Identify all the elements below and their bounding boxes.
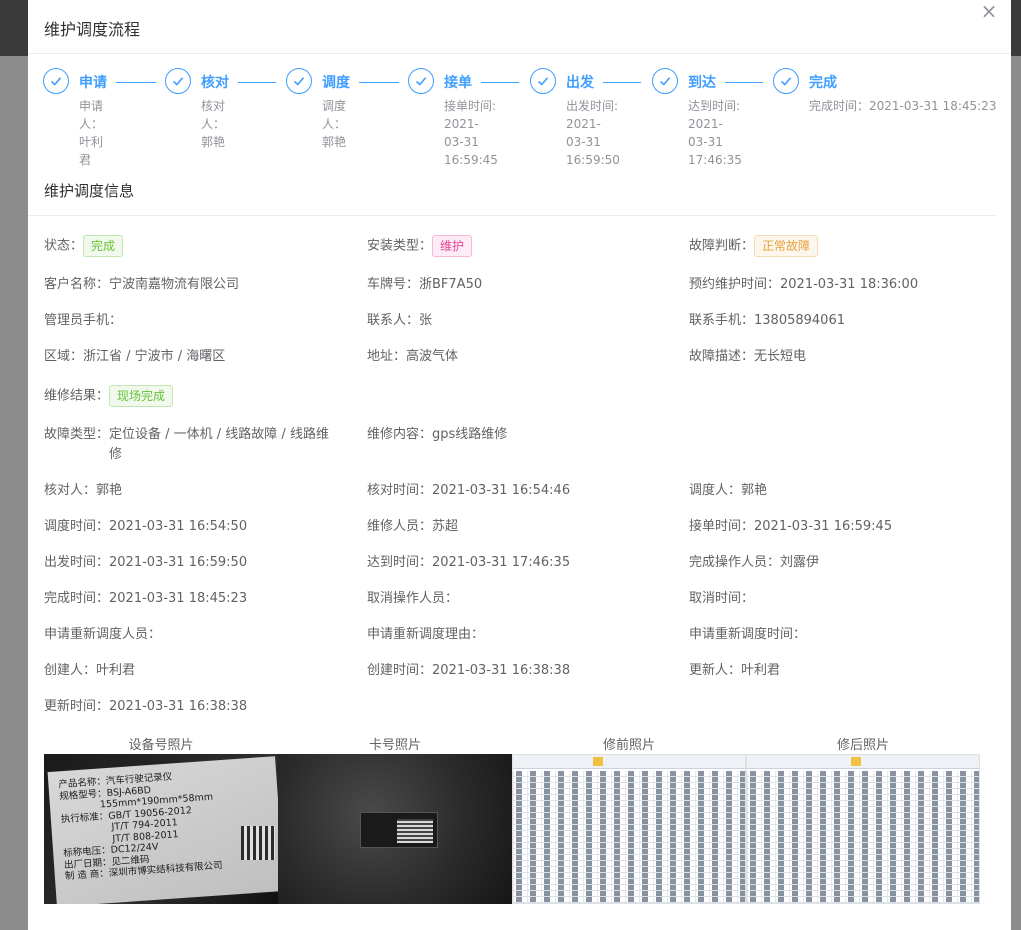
- check-icon: [530, 68, 556, 94]
- field-fault-type: 故障类型： 定位设备 / 一体机 / 线路故障 / 线路维修: [44, 427, 329, 462]
- field-repair-content: 维修内容：gps线路维修: [367, 427, 508, 442]
- field-checker: 核对人：郭艳: [44, 483, 123, 498]
- step-title: 出发: [566, 75, 594, 91]
- step-title: 到达: [688, 75, 716, 91]
- step-connector: [481, 82, 519, 83]
- field-status: 状态： 完成: [44, 235, 124, 257]
- toolbar-highlight: [593, 757, 603, 766]
- process-steps: 申请 申请人：叶利君 核对 核对人：郭艳 调度 调度人：郭艳 接单 接单时间: 2…: [28, 68, 1011, 167]
- field-address: 地址：高波气体: [367, 349, 459, 364]
- step-title: 申请: [79, 75, 107, 91]
- field-check-time: 核对时间：2021-03-31 16:54:46: [367, 483, 571, 498]
- field-redispatch-time: 申请重新调度时间：: [689, 627, 807, 642]
- check-icon: [408, 68, 434, 94]
- after-repair-photo[interactable]: [746, 754, 980, 904]
- spreadsheet-grid: [747, 771, 979, 903]
- field-dispatcher: 调度人：郭艳: [689, 483, 768, 498]
- field-dispatch-time: 调度时间：2021-03-31 16:54:50: [44, 519, 248, 534]
- field-repairer: 维修人员：苏超: [367, 519, 459, 534]
- step-connector: [725, 82, 763, 83]
- photo-label-after: 修后照片: [836, 738, 889, 753]
- step-title: 完成: [809, 75, 837, 91]
- spreadsheet-toolbar: [513, 755, 745, 769]
- photo-label-before: 修前照片: [602, 738, 655, 753]
- spreadsheet-toolbar: [747, 755, 979, 769]
- step-connector: [116, 82, 156, 83]
- qr-code-icon: [241, 826, 275, 860]
- check-icon: [652, 68, 678, 94]
- field-customer: 客户名称：宁波南嘉物流有限公司: [44, 277, 240, 292]
- step-connector: [238, 82, 276, 83]
- check-icon: [286, 68, 312, 94]
- step-connector: [359, 82, 399, 83]
- header-divider: [28, 53, 1011, 54]
- step-title: 调度: [322, 75, 350, 91]
- step-description: 核对人：郭艳: [201, 99, 226, 149]
- field-cancel-operator: 取消操作人员：: [367, 591, 459, 606]
- dialog-title: 维护调度流程: [44, 20, 141, 39]
- fault-judge-badge: 正常故障: [754, 235, 819, 257]
- step-title: 核对: [201, 75, 229, 91]
- field-update-time: 更新时间：2021-03-31 16:38:38: [44, 699, 248, 714]
- step-description: 接单时间: 2021-03-31 16:59:45: [444, 99, 498, 167]
- field-accept-time: 接单时间：2021-03-31 16:59:45: [689, 519, 893, 534]
- field-cancel-time: 取消时间：: [689, 591, 755, 606]
- field-contact-phone: 联系手机：13805894061: [689, 313, 845, 328]
- section-title: 维护调度信息: [44, 182, 135, 200]
- photo-label-device: 设备号照片: [128, 738, 194, 753]
- field-plate: 车牌号：浙BF7A50: [367, 277, 483, 292]
- field-redispatch-reason: 申请重新调度理由：: [367, 627, 485, 642]
- step-title: 接单: [444, 75, 472, 91]
- background-page-left: [0, 56, 28, 930]
- toolbar-highlight: [851, 757, 861, 766]
- field-install-type: 安装类型： 维护: [367, 235, 473, 257]
- close-icon[interactable]: ×: [980, 1, 998, 21]
- photo-label-card: 卡号照片: [368, 738, 421, 753]
- field-finish-operator: 完成操作人员：刘露伊: [689, 555, 820, 570]
- field-region: 区域：浙江省 / 宁波市 / 海曙区: [44, 349, 226, 364]
- step-connector: [603, 82, 641, 83]
- sim-card-slot: [360, 812, 438, 848]
- step-description: 达到时间: 2021-03-31 17:46:35: [688, 99, 742, 167]
- field-depart-time: 出发时间：2021-03-31 16:59:50: [44, 555, 248, 570]
- step-description: 完成时间：2021-03-31 18:45:23: [809, 99, 997, 113]
- field-repair-result: 维修结果： 现场完成: [44, 385, 174, 407]
- field-contact: 联系人：张: [367, 313, 433, 328]
- dispatch-flow-dialog: × 维护调度流程 申请 申请人：叶利君 核对 核对人：郭艳 调度 调度人：郭艳 …: [28, 0, 1011, 930]
- field-admin-phone: 管理员手机：: [44, 313, 123, 328]
- repair-result-badge: 现场完成: [109, 385, 174, 407]
- field-arrive-time: 达到时间：2021-03-31 17:46:35: [367, 555, 571, 570]
- check-icon: [43, 68, 69, 94]
- device-number-photo[interactable]: 产品名称：汽车行驶记录仪 规格型号：BSJ-A6BD 155mm*190mm*5…: [44, 754, 278, 904]
- card-number-photo[interactable]: [278, 754, 512, 904]
- field-redispatch-person: 申请重新调度人员：: [44, 627, 162, 642]
- field-fault-judge: 故障判断： 正常故障: [689, 235, 819, 257]
- field-create-time: 创建时间：2021-03-31 16:38:38: [367, 663, 571, 678]
- field-updater: 更新人：叶利君: [689, 663, 781, 678]
- section-divider: [28, 215, 996, 216]
- before-repair-photo[interactable]: [512, 754, 746, 904]
- step-description: 申请人：叶利君: [79, 99, 104, 167]
- background-page-right: [1011, 56, 1021, 930]
- field-fault-desc: 故障描述：无长短电: [689, 349, 807, 364]
- field-creator: 创建人：叶利君: [44, 663, 136, 678]
- step-description: 出发时间: 2021-03-31 16:59:50: [566, 99, 620, 167]
- install-type-badge: 维护: [432, 235, 473, 257]
- check-icon: [165, 68, 191, 94]
- field-appointment: 预约维护时间：2021-03-31 18:36:00: [689, 277, 919, 292]
- status-badge: 完成: [83, 235, 124, 257]
- check-icon: [773, 68, 799, 94]
- spreadsheet-grid: [513, 771, 745, 903]
- field-finish-time: 完成时间：2021-03-31 18:45:23: [44, 591, 248, 606]
- step-description: 调度人：郭艳: [322, 99, 347, 149]
